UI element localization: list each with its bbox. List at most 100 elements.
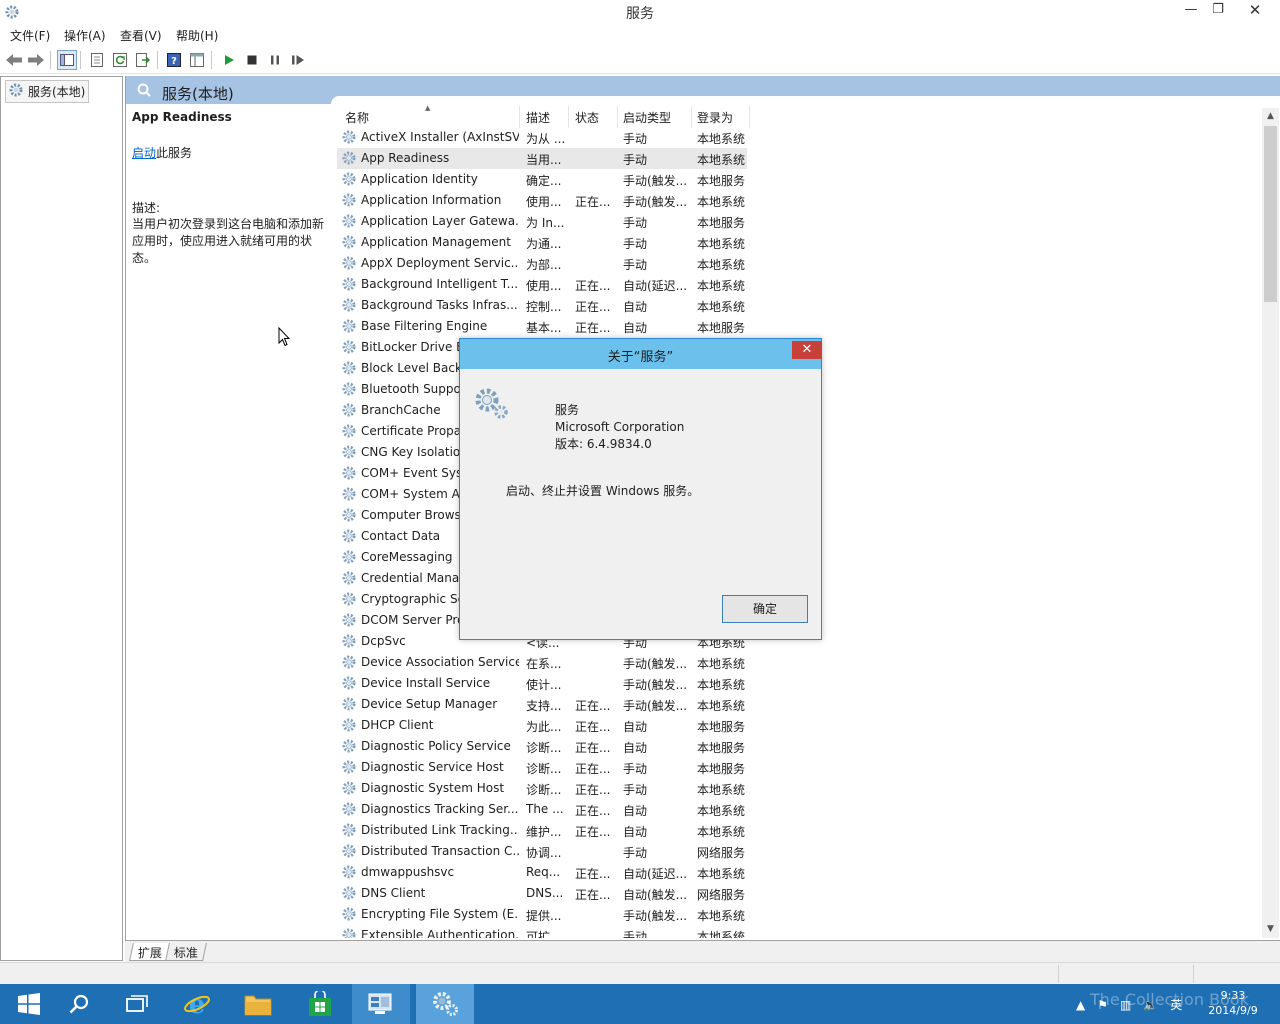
- dialog-company: Microsoft Corporation: [555, 420, 685, 434]
- menu-file[interactable]: 文件(F): [10, 27, 50, 44]
- column-header-startup-type[interactable]: 启动类型: [623, 109, 671, 126]
- stop-service-icon[interactable]: [242, 50, 262, 70]
- maximize-button[interactable]: ❐: [1206, 0, 1230, 20]
- server-manager-icon[interactable]: [352, 984, 410, 1024]
- service-name: Extensible Authentication...: [361, 928, 519, 938]
- volume-icon[interactable]: 🔈: [1143, 998, 1158, 1012]
- taskbar: e The Collection Book ▲ ⚑ ▥ 🔈 英 9:33 201…: [0, 984, 1280, 1024]
- show-hidden-icons-icon[interactable]: ▲: [1076, 998, 1085, 1012]
- restart-service-icon[interactable]: [288, 50, 308, 70]
- table-row[interactable]: DNS Client DNS... 正在... 自动(触发... 网络服务: [337, 883, 747, 904]
- table-row[interactable]: Background Tasks Infras... 控制... 正在... 自动 本地…: [337, 295, 747, 316]
- menu-help[interactable]: 帮助(H): [176, 27, 218, 44]
- table-row[interactable]: Diagnostics Tracking Ser... The ... 正在... 自…: [337, 799, 747, 820]
- start-service-icon[interactable]: [219, 50, 239, 70]
- about-dialog: 关于“服务” ✕ 服务 Microsoft Corporation 版本: 6.…: [459, 338, 822, 640]
- mmc-window-icon[interactable]: [187, 50, 207, 70]
- table-row[interactable]: Base Filtering Engine 基本... 正在... 自动 本地服务: [337, 316, 747, 337]
- column-header-status[interactable]: 状态: [575, 109, 599, 126]
- table-row[interactable]: Diagnostic System Host 诊断... 正在... 手动 本地系统: [337, 778, 747, 799]
- table-row[interactable]: dmwappushsvc Req... 正在... 自动(延迟... 本地系统: [337, 862, 747, 883]
- back-arrow-icon[interactable]: [4, 50, 24, 70]
- table-row[interactable]: Diagnostic Policy Service 诊断... 正在... 自动 本地服…: [337, 736, 747, 757]
- properties-icon[interactable]: [87, 50, 107, 70]
- column-header-description[interactable]: 描述: [526, 109, 550, 126]
- service-name: Background Intelligent T...: [361, 277, 519, 291]
- selected-service-name: App Readiness: [132, 110, 232, 124]
- scroll-down-icon[interactable]: ▼: [1262, 921, 1279, 938]
- service-startup-type: 手动: [623, 216, 648, 230]
- table-row[interactable]: Encrypting File System (E... 提供... 手动(触发..…: [337, 904, 747, 925]
- help-icon[interactable]: ?: [164, 50, 184, 70]
- scroll-up-icon[interactable]: ▲: [1262, 108, 1279, 125]
- menu-action[interactable]: 操作(A): [64, 27, 106, 44]
- store-icon[interactable]: [291, 984, 349, 1024]
- service-startup-type: 手动(触发...: [623, 678, 688, 692]
- pause-service-icon[interactable]: [265, 50, 285, 70]
- services-gear-icon: [341, 276, 357, 292]
- service-startup-type: 手动: [623, 783, 648, 797]
- dialog-app-name: 服务: [555, 403, 580, 417]
- tree-node-services-local[interactable]: 服务(本地): [5, 80, 90, 103]
- table-row[interactable]: Application Management 为通... 手动 本地系统: [337, 232, 747, 253]
- service-logon: 网络服务: [697, 888, 746, 902]
- console-tree-icon[interactable]: [57, 50, 77, 70]
- file-explorer-icon[interactable]: [229, 984, 287, 1024]
- dialog-close-button[interactable]: ✕: [792, 341, 822, 359]
- ok-button[interactable]: 确定: [722, 595, 808, 623]
- table-row[interactable]: Device Install Service 使计... 手动(触发... 本地系统: [337, 673, 747, 694]
- table-row[interactable]: AppX Deployment Servic... 为部... 手动 本地系统: [337, 253, 747, 274]
- table-row[interactable]: Device Association Service 在系... 手动(触发... 本…: [337, 652, 747, 673]
- table-row[interactable]: ActiveX Installer (AxInstSV) 为从 ... 手动 本地系统: [337, 127, 747, 148]
- service-logon: 本地系统: [697, 132, 746, 146]
- forward-arrow-icon[interactable]: [26, 50, 46, 70]
- console-tree: 服务(本地): [0, 76, 123, 961]
- column-header-name[interactable]: 名称: [345, 109, 369, 126]
- search-icon[interactable]: [50, 984, 108, 1024]
- table-row[interactable]: Background Intelligent T... 使用... 正在... 自动(…: [337, 274, 747, 295]
- services-gear-icon[interactable]: [416, 984, 474, 1024]
- table-row[interactable]: Distributed Link Tracking... 维护... 正在... 自动…: [337, 820, 747, 841]
- minimize-button[interactable]: —: [1180, 0, 1202, 20]
- network-icon[interactable]: ▥: [1120, 998, 1131, 1012]
- service-logon: 本地系统: [697, 867, 746, 881]
- service-name: Diagnostics Tracking Ser...: [361, 802, 519, 816]
- column-header-logon[interactable]: 登录为: [697, 109, 733, 126]
- service-name: ActiveX Installer (AxInstSV): [361, 130, 519, 144]
- table-row[interactable]: Diagnostic Service Host 诊断... 正在... 手动 本地服务: [337, 757, 747, 778]
- services-gear-icon: [341, 339, 357, 355]
- start-service-link[interactable]: 启动: [132, 146, 156, 160]
- service-startup-type: 手动: [623, 762, 648, 776]
- refresh-icon[interactable]: [110, 50, 130, 70]
- service-status: 正在...: [575, 804, 611, 818]
- view-tabs: 扩展 标准: [125, 940, 1280, 962]
- table-row[interactable]: Extensible Authentication... 可扩... 手动 本地系统: [337, 925, 747, 938]
- export-list-icon[interactable]: [133, 50, 153, 70]
- menu-view[interactable]: 查看(V): [120, 27, 162, 44]
- status-bar: [0, 962, 1280, 984]
- service-logon: 本地系统: [697, 783, 746, 797]
- service-status: 正在...: [575, 762, 611, 776]
- vertical-scrollbar[interactable]: ▲ ▼: [1262, 108, 1279, 938]
- service-description: Req...: [526, 865, 561, 879]
- services-gear-icon: [341, 780, 357, 796]
- clock[interactable]: 9:33 2014/9/9: [1198, 988, 1268, 1018]
- services-gear-icon: [341, 612, 357, 628]
- service-description: 当用...: [526, 153, 562, 167]
- input-language[interactable]: 英: [1170, 996, 1182, 1013]
- table-row[interactable]: App Readiness 当用... 手动 本地系统: [337, 148, 747, 169]
- table-row[interactable]: Distributed Transaction C... 协调... 手动 网络服务: [337, 841, 747, 862]
- table-row[interactable]: Application Information 使用... 正在... 手动(触发..…: [337, 190, 747, 211]
- action-center-flag-icon[interactable]: ⚑: [1097, 998, 1108, 1012]
- scrollbar-thumb[interactable]: [1264, 126, 1277, 302]
- table-row[interactable]: Application Layer Gatewa... 为 In... 手动 本地服务: [337, 211, 747, 232]
- table-row[interactable]: Application Identity 确定... 手动(触发... 本地服务: [337, 169, 747, 190]
- tab-standard[interactable]: 标准: [165, 943, 207, 961]
- services-gear-icon: [341, 171, 357, 187]
- table-row[interactable]: DHCP Client 为此... 正在... 自动 本地服务: [337, 715, 747, 736]
- internet-explorer-icon[interactable]: e: [168, 984, 226, 1024]
- table-row[interactable]: Device Setup Manager 支持... 正在... 手动(触发... 本地…: [337, 694, 747, 715]
- service-logon: 本地系统: [697, 237, 746, 251]
- close-button[interactable]: ✕: [1232, 0, 1278, 20]
- task-view-icon[interactable]: [108, 984, 166, 1024]
